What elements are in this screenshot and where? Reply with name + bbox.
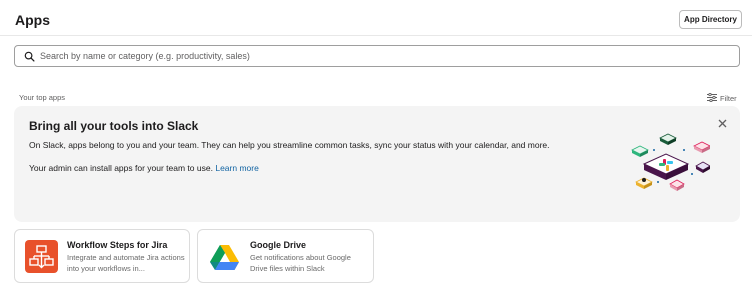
tile-1 — [631, 145, 649, 157]
tile-2 — [659, 133, 677, 145]
tile-3 — [693, 141, 710, 153]
close-icon[interactable] — [715, 116, 729, 130]
banner-body: On Slack, apps belong to you and your te… — [29, 140, 550, 150]
filter-label: Filter — [720, 93, 737, 103]
tile-5 — [635, 177, 653, 189]
workflow-jira-icon — [25, 240, 58, 273]
app-card-google-drive[interactable]: Google Drive Get notifications about Goo… — [197, 229, 374, 283]
app-name: Google Drive — [250, 240, 307, 250]
learn-more-link[interactable]: Learn more — [215, 163, 258, 173]
top-apps-label: Your top apps — [19, 93, 66, 102]
app-description: Get notifications about Google Drive fil… — [250, 253, 351, 273]
banner-admin-note: Your admin can install apps for your tea… — [29, 163, 259, 173]
app-description: Integrate and automate Jira actions into… — [67, 253, 185, 273]
app-name: Workflow Steps for Jira — [67, 240, 168, 250]
admin-note-text: Your admin can install apps for your tea… — [29, 163, 213, 173]
search-box[interactable] — [14, 45, 740, 67]
app-card-workflow-jira[interactable]: Workflow Steps for Jira Integrate and au… — [14, 229, 190, 283]
filter-icon — [707, 92, 717, 104]
tile-4 — [695, 161, 710, 173]
tile-6 — [669, 179, 685, 191]
intro-banner: Bring all your tools into Slack On Slack… — [14, 106, 740, 222]
app-directory-button[interactable]: App Directory — [679, 10, 742, 29]
page-title: Apps — [15, 12, 50, 28]
app-tiles-illustration — [631, 133, 710, 191]
google-drive-icon — [208, 240, 241, 273]
banner-title: Bring all your tools into Slack — [29, 119, 199, 133]
page-header: Apps App Directory — [0, 0, 752, 36]
search-input[interactable] — [40, 47, 739, 65]
filter-button[interactable]: Filter — [707, 92, 737, 104]
search-icon — [18, 46, 40, 66]
